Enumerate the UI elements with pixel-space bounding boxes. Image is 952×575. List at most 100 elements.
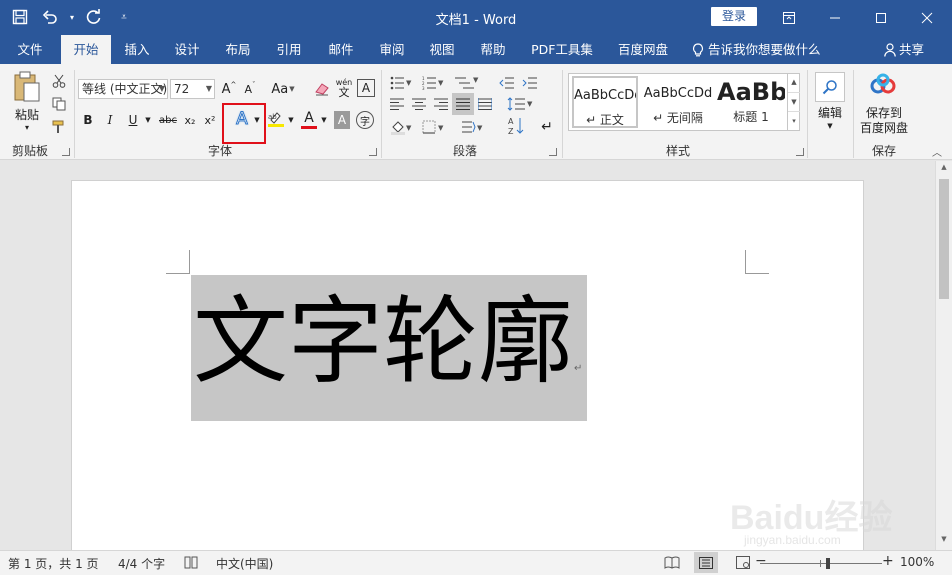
justify-icon[interactable] bbox=[452, 93, 474, 115]
align-left-icon[interactable] bbox=[388, 95, 406, 113]
zoom-level[interactable]: 100% bbox=[900, 555, 934, 569]
numbering-icon[interactable]: 1 2 3 ▼ bbox=[420, 74, 446, 92]
style-no-spacing[interactable]: AaBbCcDd ↵ 无间隔 bbox=[643, 76, 713, 128]
zoom-out-button[interactable]: − bbox=[755, 553, 767, 569]
font-launcher-icon[interactable] bbox=[369, 148, 377, 156]
style-heading-1[interactable]: AaBb 标题 1 bbox=[717, 76, 785, 128]
character-border-icon[interactable]: A bbox=[357, 79, 375, 97]
asian-layout-icon[interactable]: ▼ bbox=[457, 117, 487, 137]
superscript-button[interactable]: x² bbox=[201, 111, 219, 129]
paragraph-shading-icon[interactable]: ▼ bbox=[388, 117, 416, 137]
tab-insert[interactable]: 插入 bbox=[116, 35, 158, 64]
paste-dropdown-icon[interactable]: ▾ bbox=[10, 122, 44, 132]
font-name-dropdown[interactable]: 等线 (中文正文) ▼ bbox=[78, 79, 168, 99]
paste-icon[interactable] bbox=[10, 70, 44, 104]
read-mode-icon[interactable] bbox=[664, 556, 680, 572]
customize-qat-icon[interactable]: ⩡ bbox=[112, 6, 136, 28]
vertical-scrollbar[interactable]: ▲ ▼ bbox=[935, 161, 952, 550]
font-size-dropdown[interactable]: 72 ▼ bbox=[170, 79, 215, 99]
decrease-indent-icon[interactable] bbox=[497, 74, 517, 92]
strikethrough-button[interactable]: abc bbox=[157, 111, 179, 129]
login-button[interactable]: 登录 bbox=[711, 7, 757, 26]
shrink-font-icon[interactable]: Aˇ bbox=[241, 79, 259, 99]
increase-indent-icon[interactable] bbox=[520, 74, 540, 92]
phonetic-guide-button[interactable]: wén 文 bbox=[334, 77, 354, 101]
paragraph-launcher-icon[interactable] bbox=[549, 148, 557, 156]
style-normal[interactable]: AaBbCcDd ↵ 正文 bbox=[572, 76, 638, 128]
subscript-button[interactable]: x₂ bbox=[181, 111, 199, 129]
collapse-ribbon-icon[interactable]: ︿ bbox=[928, 144, 946, 159]
highlight-dropdown-icon[interactable]: ▼ bbox=[286, 111, 296, 129]
undo-icon[interactable] bbox=[38, 6, 62, 28]
tab-baidu-netdisk[interactable]: 百度网盘 bbox=[610, 35, 676, 64]
scroll-down-icon[interactable]: ▼ bbox=[936, 535, 952, 547]
tab-help[interactable]: 帮助 bbox=[472, 35, 514, 64]
minimize-icon[interactable] bbox=[812, 0, 858, 35]
clipboard-launcher-icon[interactable] bbox=[62, 148, 70, 156]
tab-layout[interactable]: 布局 bbox=[217, 35, 259, 64]
change-case-button[interactable]: Aa ▼ bbox=[268, 79, 298, 99]
save-to-baidu-label-1[interactable]: 保存到 bbox=[858, 105, 910, 120]
save-to-baidu-label-2[interactable]: 百度网盘 bbox=[856, 120, 912, 135]
bold-button[interactable]: B bbox=[80, 111, 96, 129]
underline-dropdown-icon[interactable]: ▼ bbox=[143, 111, 153, 129]
clear-formatting-icon[interactable] bbox=[312, 79, 332, 99]
font-color-dropdown-icon[interactable]: ▼ bbox=[319, 111, 329, 129]
tab-view[interactable]: 视图 bbox=[421, 35, 463, 64]
undo-dropdown-icon[interactable]: ▾ bbox=[68, 6, 76, 28]
show-marks-icon[interactable]: ↵ bbox=[538, 117, 556, 137]
page-count[interactable]: 第 1 页，共 1 页 bbox=[8, 555, 99, 572]
print-layout-icon[interactable] bbox=[694, 552, 718, 573]
gallery-down-icon[interactable]: ▼ bbox=[788, 92, 800, 111]
distributed-icon[interactable] bbox=[476, 95, 494, 113]
italic-button[interactable]: I bbox=[102, 111, 118, 129]
find-icon[interactable] bbox=[815, 72, 845, 102]
proofing-icon[interactable] bbox=[184, 556, 198, 572]
tab-mailings[interactable]: 邮件 bbox=[320, 35, 362, 64]
maximize-icon[interactable] bbox=[858, 0, 904, 35]
baidu-netdisk-icon[interactable] bbox=[868, 72, 898, 98]
zoom-slider-knob[interactable] bbox=[826, 558, 830, 569]
share-button[interactable]: 共享 bbox=[884, 35, 924, 64]
tab-design[interactable]: 设计 bbox=[166, 35, 208, 64]
tell-me-search[interactable]: 告诉我你想要做什么 bbox=[692, 35, 821, 64]
character-shading-button[interactable]: A bbox=[334, 111, 350, 129]
word-count[interactable]: 4/4 个字 bbox=[118, 555, 165, 572]
zoom-slider[interactable] bbox=[760, 558, 882, 569]
copy-icon[interactable] bbox=[50, 95, 68, 113]
sort-icon[interactable]: AZ bbox=[505, 115, 527, 137]
tab-file[interactable]: 文件 bbox=[6, 35, 54, 64]
grow-font-icon[interactable]: A ^ bbox=[220, 79, 238, 99]
tab-review[interactable]: 审阅 bbox=[371, 35, 413, 64]
line-spacing-icon[interactable]: ▼ bbox=[505, 95, 535, 113]
editing-dropdown-icon[interactable]: ▼ bbox=[812, 120, 848, 132]
underline-button[interactable]: U bbox=[124, 111, 142, 129]
document-text[interactable]: 文字轮廓 bbox=[193, 287, 573, 397]
ribbon-display-options-icon[interactable] bbox=[766, 0, 812, 35]
paste-label[interactable]: 粘贴 bbox=[10, 106, 44, 122]
web-layout-icon[interactable] bbox=[736, 556, 750, 572]
language[interactable]: 中文(中国) bbox=[216, 555, 273, 572]
redo-icon[interactable] bbox=[82, 6, 106, 28]
bullets-icon[interactable]: ▼ bbox=[388, 74, 414, 92]
tab-references[interactable]: 引用 bbox=[268, 35, 310, 64]
close-icon[interactable] bbox=[904, 0, 950, 35]
tab-home[interactable]: 开始 bbox=[61, 35, 111, 64]
save-icon[interactable] bbox=[8, 6, 32, 28]
scrollbar-thumb[interactable] bbox=[939, 179, 949, 299]
zoom-in-button[interactable]: + bbox=[882, 553, 894, 569]
scroll-up-icon[interactable]: ▲ bbox=[936, 163, 952, 175]
font-color-button[interactable]: A bbox=[299, 108, 319, 130]
multilevel-list-icon[interactable]: ▼ bbox=[452, 74, 482, 92]
gallery-up-icon[interactable]: ▲ bbox=[788, 73, 800, 92]
cut-icon[interactable] bbox=[50, 72, 68, 90]
styles-launcher-icon[interactable] bbox=[796, 148, 804, 156]
editing-label[interactable]: 编辑 bbox=[812, 104, 848, 120]
enclose-characters-button[interactable]: 字 bbox=[356, 111, 374, 129]
borders-icon[interactable]: ▼ bbox=[420, 117, 448, 137]
align-right-icon[interactable] bbox=[432, 95, 450, 113]
format-painter-icon[interactable] bbox=[50, 118, 68, 136]
highlight-color-icon[interactable]: ab bbox=[266, 108, 286, 130]
tab-pdf-tools[interactable]: PDF工具集 bbox=[526, 35, 598, 64]
gallery-more-icon[interactable]: ▾ bbox=[788, 111, 800, 129]
